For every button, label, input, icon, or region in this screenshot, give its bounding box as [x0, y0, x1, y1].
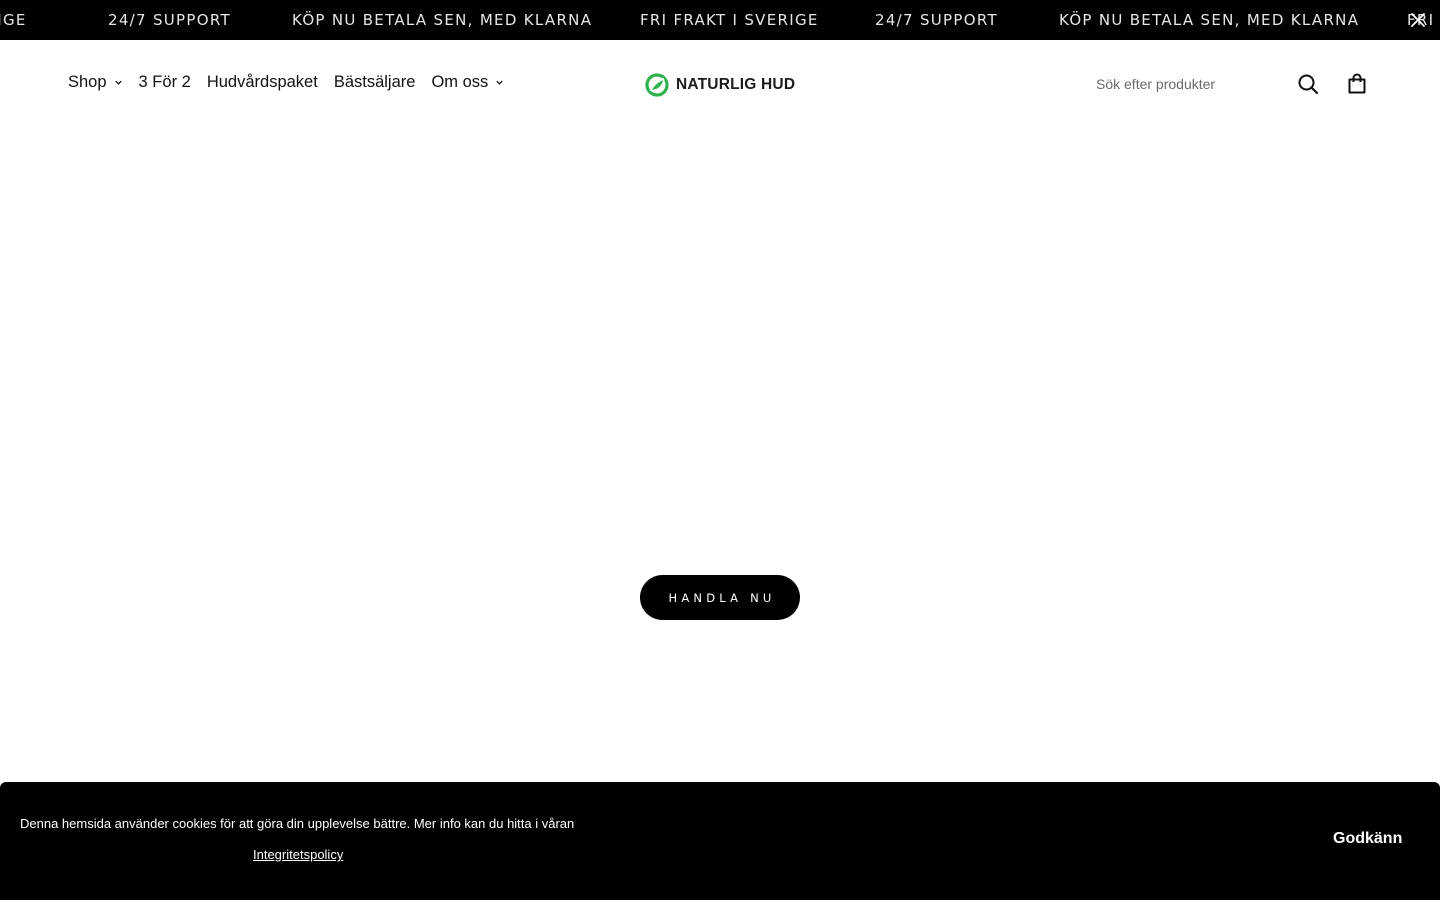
close-icon[interactable] — [1408, 10, 1428, 30]
nav-item-label: 3 För 2 — [138, 73, 191, 91]
nav-item-label: Bästsäljare — [333, 73, 416, 91]
announcement-item: 24/7 SUPPORT — [875, 11, 998, 29]
logo-text: NATURLIG HUD — [676, 76, 796, 93]
hero-section: HANDLA NU — [0, 128, 1440, 782]
announcement-item: KÖP NU BETALA SEN, MED KLARNA — [1059, 11, 1360, 29]
announcement-item: FRI FRAKT I SVERIGE — [640, 11, 819, 29]
announcement-item: KÖP NU BETALA SEN, MED KLARNA — [292, 11, 593, 29]
shopping-bag-icon[interactable] — [1345, 72, 1369, 96]
nav-item-bastsaljare[interactable]: Bästsäljare — [334, 73, 416, 92]
chevron-down-icon — [114, 80, 122, 85]
announcement-item: 24/7 SUPPORT — [108, 11, 231, 29]
cookie-message: Denna hemsida använder cookies för att g… — [20, 816, 575, 831]
search-icon[interactable] — [1296, 72, 1320, 96]
accept-cookies-button[interactable]: Godkänn — [1318, 828, 1417, 850]
nav-item-label: Hudvårdspaket — [206, 73, 318, 91]
main-nav: Shop 3 För 2 Hudvårdspaket Bästsäljare O… — [68, 73, 520, 92]
nav-item-label: Om oss — [431, 73, 489, 91]
cookie-banner: Denna hemsida använder cookies för att g… — [0, 782, 1440, 900]
announcement-bar: FRI FRAKT I SVERIGE 24/7 SUPPORT KÖP NU … — [0, 0, 1440, 40]
nav-item-3-for-2[interactable]: 3 För 2 — [139, 73, 191, 92]
search-input[interactable] — [1088, 70, 1278, 98]
shop-now-button[interactable]: HANDLA NU — [640, 575, 800, 620]
site-logo[interactable]: NATURLIG HUD — [645, 73, 795, 97]
privacy-policy-link[interactable]: Integritetspolicy — [253, 847, 343, 862]
nav-item-label: Shop — [68, 73, 107, 91]
announcement-item: FRI FRAKT I SVERIGE — [0, 11, 27, 29]
chevron-down-icon — [496, 80, 503, 85]
leaf-logo-icon — [645, 73, 669, 97]
site-header: Shop 3 För 2 Hudvårdspaket Bästsäljare O… — [0, 40, 1440, 128]
nav-item-hudvardspaket[interactable]: Hudvårdspaket — [207, 73, 318, 92]
nav-item-shop[interactable]: Shop — [68, 73, 123, 92]
nav-item-om-oss[interactable]: Om oss — [431, 73, 504, 92]
